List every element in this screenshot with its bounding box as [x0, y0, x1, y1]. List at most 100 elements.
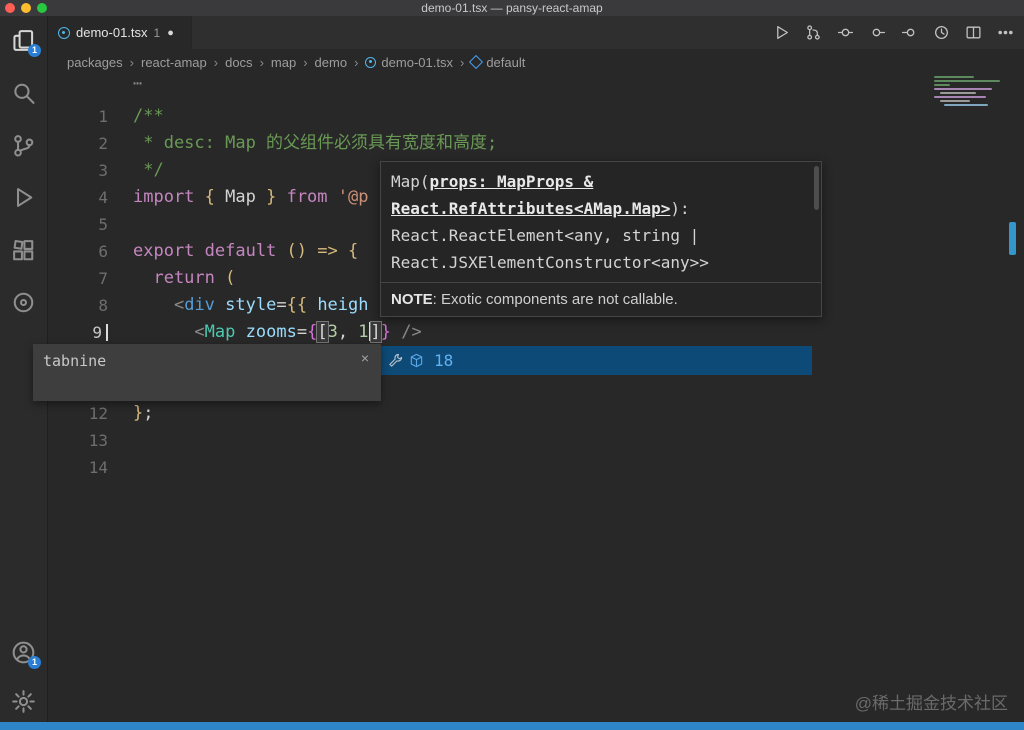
window-title: demo-01.tsx — pansy-react-amap — [421, 1, 603, 15]
line-number[interactable]: 14 — [48, 454, 108, 481]
code-token: Map — [204, 322, 246, 342]
breadcrumb-item-docs[interactable]: docs — [225, 55, 252, 70]
line-number[interactable]: 1 — [48, 103, 108, 130]
code-line[interactable]: 2 * desc: Map 的父组件必须具有宽度和高度; — [48, 130, 1010, 157]
line-number[interactable]: 4 — [48, 184, 108, 211]
source-control-icon[interactable] — [11, 133, 36, 158]
toolbar-circle-icon-1[interactable] — [837, 24, 854, 41]
circle-extension-icon[interactable] — [11, 290, 36, 315]
history-icon[interactable] — [933, 24, 950, 41]
code-token: ] — [369, 321, 382, 343]
code-token: '@p — [337, 187, 369, 207]
code-token: < — [194, 322, 205, 342]
code-token: */ — [133, 160, 164, 180]
code-text: }; — [133, 400, 154, 427]
settings-gear-icon[interactable] — [11, 689, 36, 714]
search-icon[interactable] — [11, 81, 36, 106]
code-token: zooms — [245, 322, 297, 342]
breadcrumb-label: map — [270, 54, 297, 70]
code-line[interactable]: 9 <Map zooms={[3, 1]} /> — [48, 319, 1010, 346]
breadcrumb-item-demo[interactable]: demo — [315, 55, 348, 70]
breadcrumb-separator: › — [213, 54, 219, 70]
toolbar-circle-icon-3[interactable] — [901, 24, 918, 41]
code-token: { — [307, 322, 318, 342]
breadcrumb-item-demo-01-tsx[interactable]: demo-01.tsx — [365, 55, 453, 70]
modified-dot-icon[interactable]: ● — [167, 27, 174, 39]
accounts-icon[interactable]: 1 — [11, 640, 41, 669]
code-token: from — [276, 187, 338, 207]
line-number[interactable]: 5 — [48, 211, 108, 238]
code-text: * desc: Map 的父组件必须具有宽度和高度; — [133, 130, 497, 157]
code-token: div — [184, 295, 226, 315]
split-editor-icon[interactable] — [965, 24, 982, 41]
breadcrumb: packages › react-amap › docs › map › demo › demo-0… — [48, 49, 1024, 75]
suggest-label: 18 — [434, 351, 454, 370]
code-text: return ( — [133, 265, 235, 292]
extensions-icon[interactable] — [11, 238, 36, 263]
scrollbar-thumb[interactable] — [1009, 222, 1016, 255]
suggest-item-selected[interactable]: 18 — [380, 346, 812, 375]
code-token: Map — [214, 187, 267, 207]
line-number[interactable]: 12 — [48, 400, 108, 427]
ts-file-icon — [365, 56, 377, 68]
code-line[interactable]: 13 — [48, 427, 1010, 454]
react-file-icon — [58, 26, 70, 39]
toolbar-circle-icon-2[interactable] — [869, 24, 886, 41]
line-number[interactable]: 6 — [48, 238, 108, 265]
fold-ellipsis[interactable]: ⋯ — [133, 74, 143, 92]
code-token: } — [133, 403, 144, 423]
code-token: * desc: Map 的父组件必须具有宽度和高度; — [133, 133, 498, 153]
breadcrumb-item-react-amap[interactable]: react-amap — [141, 55, 207, 70]
code-token: style — [225, 295, 277, 315]
tab-bar: demo-01.tsx 1 ● — [48, 16, 1024, 49]
code-token: } — [266, 187, 277, 207]
explorer-icon[interactable]: 1 — [11, 28, 41, 57]
line-number[interactable]: 2 — [48, 130, 108, 157]
hover-text: Map( — [391, 172, 430, 191]
refattributes-link[interactable]: React.RefAttributes<AMap.Map> — [391, 199, 670, 218]
hover-text: React.JSXElementConstructor<any>> — [391, 253, 709, 272]
code-token: return — [133, 268, 226, 288]
breadcrumb-item-packages[interactable]: packages — [67, 55, 123, 70]
breadcrumb-label: default — [486, 54, 526, 70]
tab-demo-01-tsx[interactable]: demo-01.tsx 1 ● — [48, 16, 192, 49]
note-text: : Exotic components are not callable. — [432, 291, 678, 308]
mapprops-link[interactable]: props: MapProps & — [430, 172, 594, 191]
accounts-badge: 1 — [28, 656, 41, 669]
open-changes-icon[interactable] — [805, 24, 822, 41]
code-token: ; — [143, 403, 154, 423]
code-line[interactable]: 14 — [48, 454, 1010, 481]
run-icon[interactable] — [773, 24, 790, 41]
code-text: <div style={{ heigh — [133, 292, 369, 319]
editor-toolbar — [773, 16, 1014, 49]
line-number[interactable]: 13 — [48, 427, 108, 454]
more-actions-icon[interactable] — [997, 24, 1014, 41]
breadcrumb-item-default[interactable]: default — [469, 54, 526, 70]
line-number[interactable]: 9 — [48, 319, 108, 346]
tabnine-popup: tabnine × — [33, 344, 381, 401]
code-token: 3 — [327, 322, 338, 342]
code-token: { — [347, 241, 359, 261]
close-icon[interactable]: × — [361, 350, 369, 366]
line-number[interactable]: 3 — [48, 157, 108, 184]
code-token: { — [204, 187, 215, 207]
code-line[interactable]: 12}; — [48, 400, 1010, 427]
minimap[interactable] — [930, 76, 1008, 108]
code-token: () — [286, 241, 318, 261]
status-bar — [0, 722, 1024, 730]
code-token: /** — [133, 106, 164, 126]
breadcrumb-label: react-amap — [141, 54, 207, 70]
code-token: {{ — [286, 295, 308, 315]
hover-tooltip: Map(props: MapProps & React.RefAttributes… — [380, 161, 822, 317]
line-number[interactable]: 8 — [48, 292, 108, 319]
code-token: import — [133, 187, 205, 207]
code-text: /** — [133, 103, 164, 130]
hover-scrollbar[interactable] — [814, 166, 819, 210]
breadcrumb-item-map[interactable]: map — [271, 55, 296, 70]
hover-text: React.ReactElement<any, string | — [391, 226, 700, 245]
code-line[interactable]: 1 /** — [48, 103, 1010, 130]
line-number[interactable]: 7 — [48, 265, 108, 292]
code-token: < — [173, 295, 185, 315]
run-debug-icon[interactable] — [11, 185, 36, 210]
